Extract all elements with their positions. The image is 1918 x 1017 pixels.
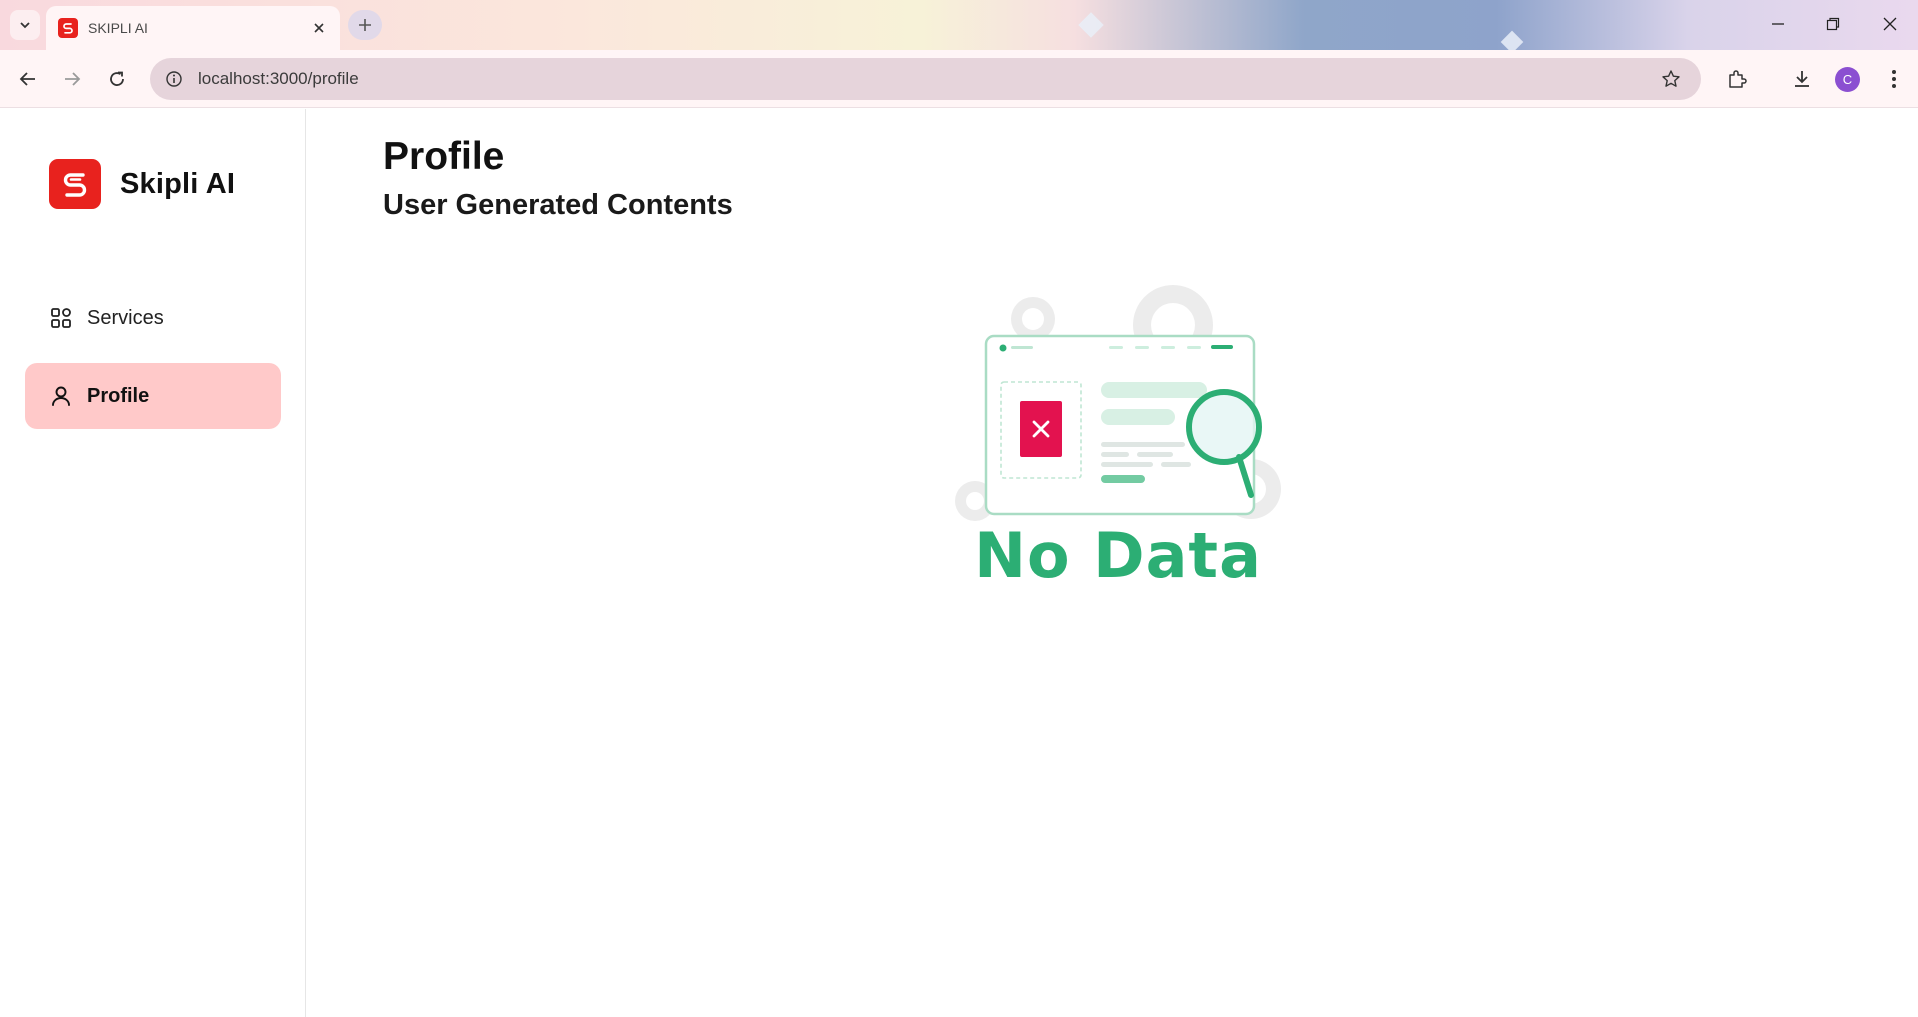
plus-icon (359, 19, 371, 31)
download-icon (1795, 71, 1809, 87)
browser-tab-active[interactable]: SKIPLI AI (46, 6, 340, 50)
puzzle-icon (1729, 70, 1747, 88)
close-icon (1883, 17, 1897, 31)
sidebar-item-services[interactable]: Services (25, 285, 281, 351)
sidebar-item-profile[interactable]: Profile (25, 363, 281, 429)
user-icon (49, 384, 73, 408)
tab-search-button[interactable] (10, 10, 40, 40)
main-content: Profile User Generated Contents No Data (307, 109, 1918, 1017)
decorative-diamond (1078, 12, 1104, 38)
reload-button[interactable] (103, 65, 131, 93)
restore-window-button[interactable] (1821, 12, 1845, 36)
sidebar-item-label: Services (87, 306, 164, 329)
bookmark-star-icon[interactable] (1659, 67, 1683, 91)
sidebar: Skipli AI Services Profile (0, 109, 306, 1017)
back-button[interactable] (14, 65, 42, 93)
tab-title: SKIPLI AI (88, 20, 148, 36)
chevron-down-icon (20, 22, 30, 29)
downloads-button[interactable] (1788, 65, 1816, 93)
page-title: Profile (383, 135, 505, 178)
brand-name: Skipli AI (120, 167, 236, 200)
brand[interactable]: Skipli AI (49, 159, 235, 209)
arrow-right-icon (65, 72, 81, 86)
restore-icon (1826, 17, 1840, 31)
empty-state: No Data (953, 279, 1293, 592)
minimize-window-button[interactable] (1766, 12, 1790, 36)
forward-button[interactable] (58, 65, 86, 93)
reload-icon (110, 71, 124, 86)
skipli-logo-icon (49, 159, 101, 209)
new-tab-button[interactable] (348, 10, 382, 40)
browser-profile-avatar[interactable]: C (1835, 67, 1860, 92)
arrow-left-icon (19, 72, 35, 86)
browser-toolbar: localhost:3000/profile C (0, 50, 1918, 108)
extensions-button[interactable] (1723, 65, 1751, 93)
site-info-icon[interactable] (162, 67, 186, 91)
grid-icon (49, 306, 73, 330)
kebab-menu-icon (1892, 70, 1896, 88)
page-subtitle: User Generated Contents (383, 189, 733, 221)
address-url[interactable]: localhost:3000/profile (198, 69, 1659, 89)
no-data-illustration-icon (955, 285, 1281, 521)
minimize-icon (1772, 23, 1784, 25)
browser-tab-strip: SKIPLI AI (0, 0, 1918, 50)
empty-state-text: No Data (974, 519, 1262, 592)
skipli-favicon-icon (58, 18, 78, 38)
decorative-diamond (1500, 30, 1524, 50)
browser-menu-button[interactable] (1880, 65, 1908, 93)
address-bar[interactable]: localhost:3000/profile (150, 58, 1701, 100)
sidebar-item-label: Profile (87, 384, 150, 407)
tab-close-icon[interactable] (310, 19, 328, 37)
close-window-button[interactable] (1878, 12, 1902, 36)
